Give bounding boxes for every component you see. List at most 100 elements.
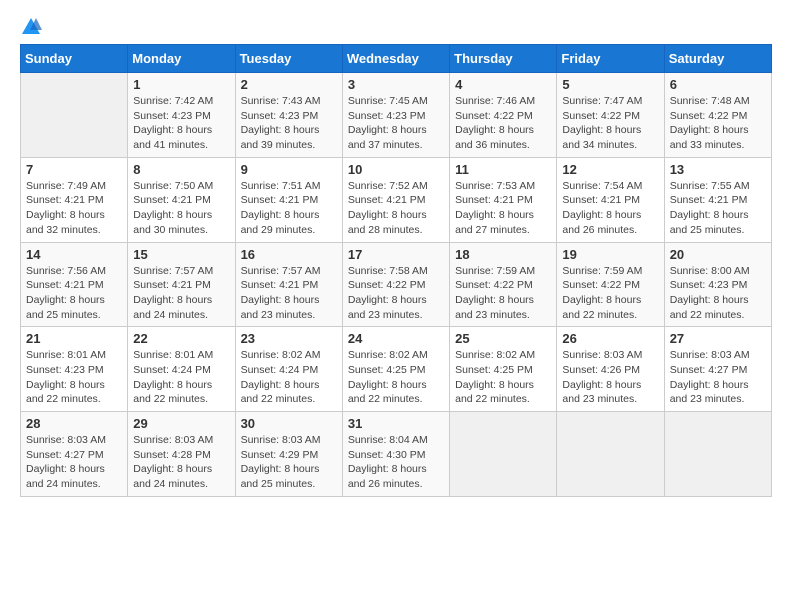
day-info: Sunrise: 7:48 AMSunset: 4:22 PMDaylight:… <box>670 94 766 153</box>
day-info: Sunrise: 7:47 AMSunset: 4:22 PMDaylight:… <box>562 94 658 153</box>
day-info: Sunrise: 7:45 AMSunset: 4:23 PMDaylight:… <box>348 94 444 153</box>
day-number: 1 <box>133 77 229 92</box>
day-cell: 11 Sunrise: 7:53 AMSunset: 4:21 PMDayligh… <box>450 157 557 242</box>
day-cell: 29Sunrise: 8:03 AMSunset: 4:28 PMDayligh… <box>128 412 235 497</box>
day-info: Sunrise: 8:02 AMSunset: 4:25 PMDaylight:… <box>455 348 551 407</box>
day-info: Sunrise: 8:03 AMSunset: 4:27 PMDaylight:… <box>26 433 122 492</box>
day-number: 21 <box>26 331 122 346</box>
day-number: 25 <box>455 331 551 346</box>
day-info: Sunrise: 8:00 AMSunset: 4:23 PMDaylight:… <box>670 264 766 323</box>
day-cell: 3 Sunrise: 7:45 AMSunset: 4:23 PMDaylight… <box>342 73 449 158</box>
day-cell: 13 Sunrise: 7:55 AMSunset: 4:21 PMDayligh… <box>664 157 771 242</box>
day-cell: 15Sunrise: 7:57 AMSunset: 4:21 PMDayligh… <box>128 242 235 327</box>
day-info: Sunrise: 7:56 AMSunset: 4:21 PMDaylight:… <box>26 264 122 323</box>
day-cell: 4 Sunrise: 7:46 AMSunset: 4:22 PMDaylight… <box>450 73 557 158</box>
main-container: SundayMondayTuesdayWednesdayThursdayFrid… <box>0 0 792 507</box>
day-cell <box>450 412 557 497</box>
day-info: Sunrise: 7:57 AMSunset: 4:21 PMDaylight:… <box>241 264 337 323</box>
day-cell: 10 Sunrise: 7:52 AMSunset: 4:21 PMDayligh… <box>342 157 449 242</box>
day-cell <box>21 73 128 158</box>
day-number: 23 <box>241 331 337 346</box>
day-cell: 14Sunrise: 7:56 AMSunset: 4:21 PMDayligh… <box>21 242 128 327</box>
day-info: Sunrise: 8:03 AMSunset: 4:29 PMDaylight:… <box>241 433 337 492</box>
day-info: Sunrise: 7:53 AMSunset: 4:21 PMDaylight:… <box>455 179 551 238</box>
day-number: 8 <box>133 162 229 177</box>
day-info: Sunrise: 8:01 AMSunset: 4:24 PMDaylight:… <box>133 348 229 407</box>
day-info: Sunrise: 7:59 AMSunset: 4:22 PMDaylight:… <box>562 264 658 323</box>
week-row-4: 21 Sunrise: 8:01 AMSunset: 4:23 PMDayligh… <box>21 327 772 412</box>
day-info: Sunrise: 7:55 AMSunset: 4:21 PMDaylight:… <box>670 179 766 238</box>
day-number: 31 <box>348 416 444 431</box>
day-info: Sunrise: 7:46 AMSunset: 4:22 PMDaylight:… <box>455 94 551 153</box>
day-number: 9 <box>241 162 337 177</box>
day-number: 16 <box>241 247 337 262</box>
day-info: Sunrise: 8:02 AMSunset: 4:24 PMDaylight:… <box>241 348 337 407</box>
header-thursday: Thursday <box>450 45 557 73</box>
week-row-2: 7 Sunrise: 7:49 AMSunset: 4:21 PMDaylight… <box>21 157 772 242</box>
day-cell: 31 Sunrise: 8:04 AMSunset: 4:30 PMDayligh… <box>342 412 449 497</box>
day-number: 11 <box>455 162 551 177</box>
day-cell <box>557 412 664 497</box>
header-friday: Friday <box>557 45 664 73</box>
day-cell: 7 Sunrise: 7:49 AMSunset: 4:21 PMDaylight… <box>21 157 128 242</box>
day-number: 6 <box>670 77 766 92</box>
day-number: 4 <box>455 77 551 92</box>
day-info: Sunrise: 7:43 AMSunset: 4:23 PMDaylight:… <box>241 94 337 153</box>
day-cell <box>664 412 771 497</box>
day-info: Sunrise: 8:03 AMSunset: 4:26 PMDaylight:… <box>562 348 658 407</box>
day-cell: 21 Sunrise: 8:01 AMSunset: 4:23 PMDayligh… <box>21 327 128 412</box>
day-number: 10 <box>348 162 444 177</box>
day-number: 5 <box>562 77 658 92</box>
day-info: Sunrise: 7:59 AMSunset: 4:22 PMDaylight:… <box>455 264 551 323</box>
day-number: 12 <box>562 162 658 177</box>
day-cell: 24Sunrise: 8:02 AMSunset: 4:25 PMDayligh… <box>342 327 449 412</box>
day-cell: 28 Sunrise: 8:03 AMSunset: 4:27 PMDayligh… <box>21 412 128 497</box>
day-info: Sunrise: 8:03 AMSunset: 4:27 PMDaylight:… <box>670 348 766 407</box>
day-info: Sunrise: 7:51 AMSunset: 4:21 PMDaylight:… <box>241 179 337 238</box>
day-number: 26 <box>562 331 658 346</box>
calendar-table: SundayMondayTuesdayWednesdayThursdayFrid… <box>20 44 772 497</box>
day-number: 17 <box>348 247 444 262</box>
day-number: 3 <box>348 77 444 92</box>
week-row-1: 1 Sunrise: 7:42 AMSunset: 4:23 PMDaylight… <box>21 73 772 158</box>
day-info: Sunrise: 8:04 AMSunset: 4:30 PMDaylight:… <box>348 433 444 492</box>
week-row-3: 14Sunrise: 7:56 AMSunset: 4:21 PMDayligh… <box>21 242 772 327</box>
day-cell: 20 Sunrise: 8:00 AMSunset: 4:23 PMDayligh… <box>664 242 771 327</box>
day-cell: 1 Sunrise: 7:42 AMSunset: 4:23 PMDaylight… <box>128 73 235 158</box>
day-cell: 30 Sunrise: 8:03 AMSunset: 4:29 PMDayligh… <box>235 412 342 497</box>
day-info: Sunrise: 7:57 AMSunset: 4:21 PMDaylight:… <box>133 264 229 323</box>
day-info: Sunrise: 7:58 AMSunset: 4:22 PMDaylight:… <box>348 264 444 323</box>
day-info: Sunrise: 7:54 AMSunset: 4:21 PMDaylight:… <box>562 179 658 238</box>
day-cell: 18 Sunrise: 7:59 AMSunset: 4:22 PMDayligh… <box>450 242 557 327</box>
day-number: 13 <box>670 162 766 177</box>
header-saturday: Saturday <box>664 45 771 73</box>
day-cell: 16 Sunrise: 7:57 AMSunset: 4:21 PMDayligh… <box>235 242 342 327</box>
day-info: Sunrise: 7:42 AMSunset: 4:23 PMDaylight:… <box>133 94 229 153</box>
day-number: 22 <box>133 331 229 346</box>
week-row-5: 28 Sunrise: 8:03 AMSunset: 4:27 PMDayligh… <box>21 412 772 497</box>
day-cell: 12 Sunrise: 7:54 AMSunset: 4:21 PMDayligh… <box>557 157 664 242</box>
day-number: 28 <box>26 416 122 431</box>
day-number: 27 <box>670 331 766 346</box>
day-number: 19 <box>562 247 658 262</box>
header-monday: Monday <box>128 45 235 73</box>
day-number: 7 <box>26 162 122 177</box>
day-number: 18 <box>455 247 551 262</box>
day-cell: 22 Sunrise: 8:01 AMSunset: 4:24 PMDayligh… <box>128 327 235 412</box>
day-info: Sunrise: 7:52 AMSunset: 4:21 PMDaylight:… <box>348 179 444 238</box>
header-sunday: Sunday <box>21 45 128 73</box>
day-cell: 9 Sunrise: 7:51 AMSunset: 4:21 PMDaylight… <box>235 157 342 242</box>
day-number: 20 <box>670 247 766 262</box>
day-cell: 6 Sunrise: 7:48 AMSunset: 4:22 PMDaylight… <box>664 73 771 158</box>
day-info: Sunrise: 8:01 AMSunset: 4:23 PMDaylight:… <box>26 348 122 407</box>
header-wednesday: Wednesday <box>342 45 449 73</box>
logo-icon <box>20 16 42 38</box>
calendar-header-row: SundayMondayTuesdayWednesdayThursdayFrid… <box>21 45 772 73</box>
day-number: 29 <box>133 416 229 431</box>
day-info: Sunrise: 8:02 AMSunset: 4:25 PMDaylight:… <box>348 348 444 407</box>
day-cell: 27 Sunrise: 8:03 AMSunset: 4:27 PMDayligh… <box>664 327 771 412</box>
day-number: 2 <box>241 77 337 92</box>
day-cell: 19 Sunrise: 7:59 AMSunset: 4:22 PMDayligh… <box>557 242 664 327</box>
day-number: 30 <box>241 416 337 431</box>
day-info: Sunrise: 7:49 AMSunset: 4:21 PMDaylight:… <box>26 179 122 238</box>
